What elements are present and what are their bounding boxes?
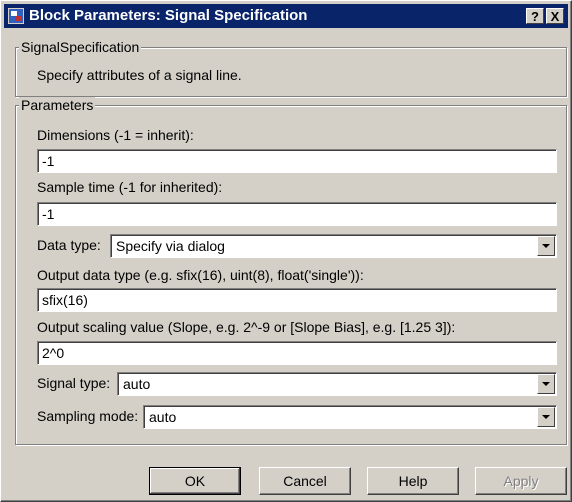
chevron-down-icon[interactable] <box>537 236 555 256</box>
output-data-type-label: Output data type (e.g. sfix(16), uint(8)… <box>37 267 364 283</box>
close-button[interactable]: X <box>546 8 564 24</box>
output-scaling-field[interactable]: 2^0 <box>37 341 557 365</box>
ok-button-label: OK <box>184 473 206 489</box>
sample-time-label: Sample time (-1 for inherited): <box>37 179 223 195</box>
output-data-type-field[interactable]: sfix(16) <box>37 288 557 312</box>
title-bar[interactable]: Block Parameters: Signal Specification ?… <box>4 4 568 28</box>
apply-button-label: Apply <box>503 473 539 489</box>
chevron-down-icon[interactable] <box>537 374 555 394</box>
dimensions-label: Dimensions (-1 = inherit): <box>37 127 194 143</box>
simulink-block-icon <box>8 8 24 24</box>
window-title: Block Parameters: Signal Specification <box>29 7 308 24</box>
help-button-label: Help <box>398 473 428 489</box>
sample-time-field[interactable]: -1 <box>37 202 557 226</box>
help-button[interactable]: Help <box>367 467 459 495</box>
sampling-mode-value: auto <box>149 409 177 425</box>
data-type-select[interactable]: Specify via dialog <box>110 234 557 258</box>
signal-type-value: auto <box>123 376 151 392</box>
dimensions-field[interactable]: -1 <box>37 149 557 173</box>
data-type-value: Specify via dialog <box>116 238 225 254</box>
cancel-button[interactable]: Cancel <box>259 467 351 495</box>
output-scaling-label: Output scaling value (Slope, e.g. 2^-9 o… <box>37 319 456 335</box>
ok-button[interactable]: OK <box>149 467 241 495</box>
sampling-mode-label: Sampling mode: <box>37 408 139 424</box>
block-description: Specify attributes of a signal line. <box>37 67 242 83</box>
chevron-down-icon[interactable] <box>537 407 555 427</box>
parameters-legend: Parameters <box>19 97 96 113</box>
help-glyph: ? <box>531 9 539 24</box>
data-type-label: Data type: <box>37 237 101 253</box>
dialog-window: Block Parameters: Signal Specification ?… <box>0 0 572 502</box>
signal-type-label: Signal type: <box>37 375 111 391</box>
close-icon: X <box>550 9 560 24</box>
help-title-button[interactable]: ? <box>526 8 544 24</box>
signal-specification-legend: SignalSpecification <box>19 39 142 55</box>
apply-button: Apply <box>475 467 567 495</box>
sampling-mode-select[interactable]: auto <box>143 405 557 429</box>
signal-type-select[interactable]: auto <box>117 372 557 396</box>
cancel-button-label: Cancel <box>283 473 327 489</box>
